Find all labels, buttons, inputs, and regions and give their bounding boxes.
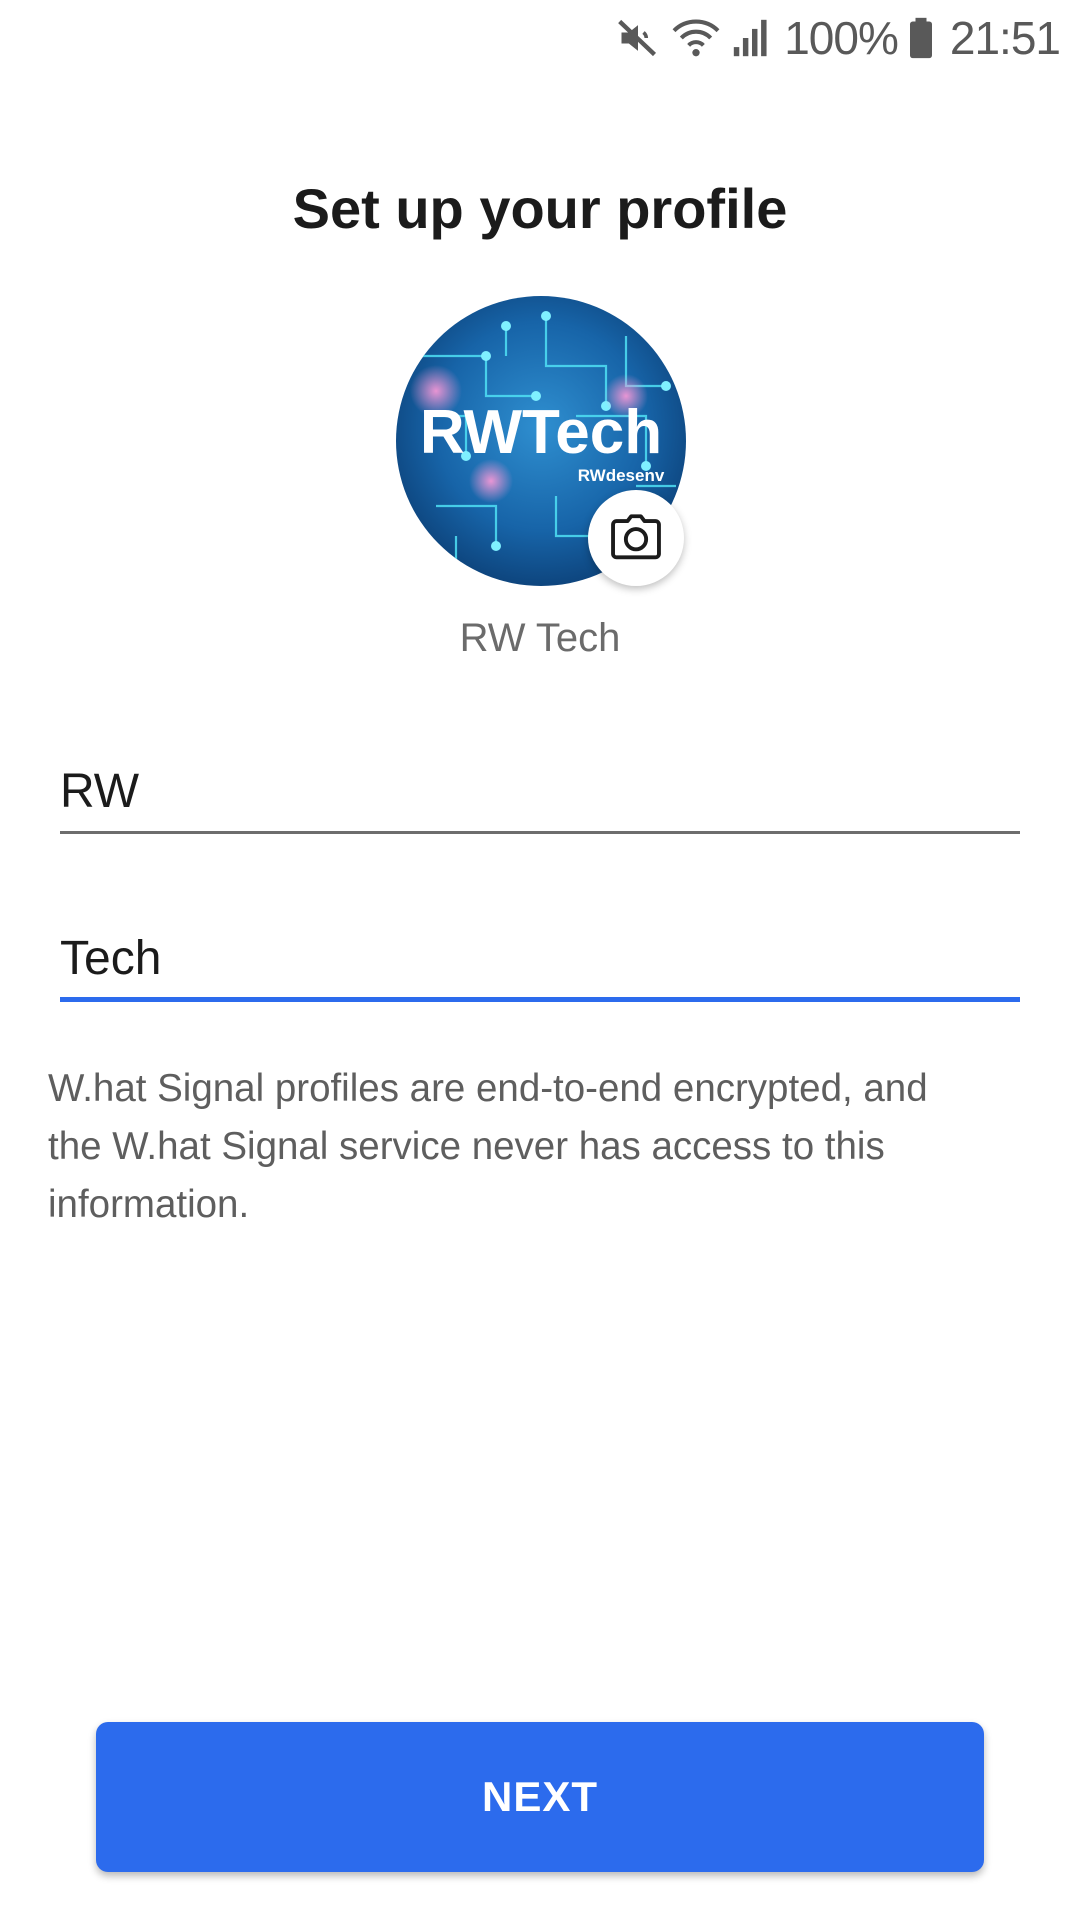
first-name-input[interactable] [60, 766, 1020, 834]
next-button[interactable]: NEXT [96, 1722, 984, 1872]
encryption-info-text: W.hat Signal profiles are end-to-end enc… [48, 1067, 928, 1226]
avatar-logo-text: RWTech [420, 398, 662, 467]
camera-icon [607, 509, 665, 567]
status-time: 21:51 [949, 12, 1061, 64]
battery-icon [908, 16, 934, 60]
battery-percent: 100% [784, 12, 899, 64]
status-bar: 100% 21:51 [0, 0, 1080, 76]
mute-icon [616, 16, 660, 60]
avatar-logo-subtext: RWdesenv [578, 466, 665, 485]
last-name-input[interactable] [60, 934, 1020, 1002]
profile-setup-screen: 100% 21:51 Set up your profile RWTech RW… [0, 0, 1080, 1920]
page-title: Set up your profile [292, 177, 788, 240]
profile-display-name: RW Tech [459, 616, 621, 660]
wifi-icon [672, 16, 720, 60]
change-photo-button[interactable] [588, 490, 684, 586]
signal-icon [732, 16, 772, 60]
